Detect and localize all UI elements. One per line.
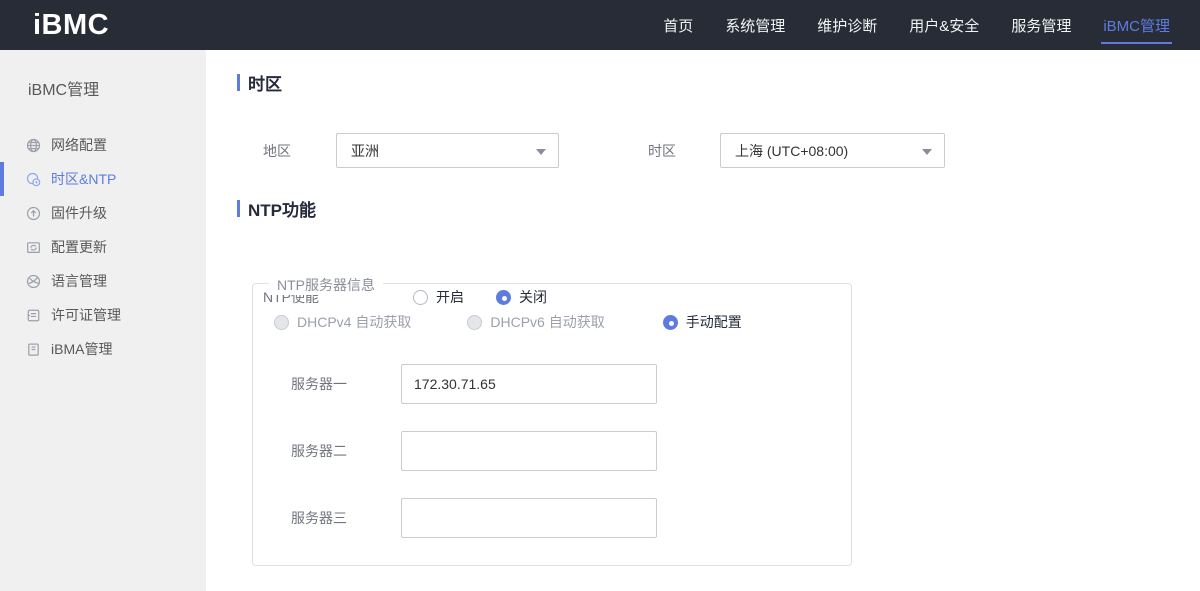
section-accent-bar xyxy=(237,74,240,91)
sidebar-item-firmware-upgrade[interactable]: 固件升级 xyxy=(0,196,206,230)
server1-label: 服务器一 xyxy=(291,376,347,392)
main-content: 时区 地区 亚洲 时区 上海 (UTC+08:00) NTP功能 NTP使能 开… xyxy=(206,50,1200,591)
sidebar-item-label: iBMA管理 xyxy=(51,341,113,357)
sidebar-item-ibma-management[interactable]: iBMA管理 xyxy=(0,332,206,366)
section-accent-bar xyxy=(237,200,240,217)
sidebar-item-config-update[interactable]: 配置更新 xyxy=(0,230,206,264)
dhcpv6-radio xyxy=(467,314,483,330)
timezone-select[interactable]: 上海 (UTC+08:00) xyxy=(720,133,945,168)
server-row: 服务器二 xyxy=(253,431,657,471)
chevron-down-icon xyxy=(536,149,546,155)
manual-config-label[interactable]: 手动配置 xyxy=(686,312,742,332)
ntp-server-group-legend: NTP服务器信息 xyxy=(269,275,383,295)
nav-item-maintenance[interactable]: 维护诊断 xyxy=(801,0,893,50)
server2-label: 服务器二 xyxy=(291,443,347,459)
ibmc-logo: iBMC xyxy=(33,8,110,41)
sidebar-item-label: 配置更新 xyxy=(51,239,107,255)
dhcpv4-radio xyxy=(274,314,289,330)
clock-icon xyxy=(25,171,41,187)
server-row: 服务器三 xyxy=(253,498,657,538)
sidebar-title: iBMC管理 xyxy=(28,82,100,99)
sidebar-item-label: 网络配置 xyxy=(51,137,107,153)
sidebar-item-label: 许可证管理 xyxy=(51,307,121,323)
nav-item-home[interactable]: 首页 xyxy=(647,0,709,50)
chevron-down-icon xyxy=(922,149,932,155)
sidebar-item-license-management[interactable]: 许可证管理 xyxy=(0,298,206,332)
manual-config-radio[interactable] xyxy=(662,314,678,330)
section-title-text: 时区 xyxy=(248,75,282,94)
top-nav: 首页 系统管理 维护诊断 用户&安全 服务管理 iBMC管理 xyxy=(647,0,1186,50)
timezone-select-value: 上海 (UTC+08:00) xyxy=(735,142,849,159)
section-title-timezone: 时区 xyxy=(237,70,282,95)
upload-circle-icon xyxy=(25,205,41,221)
timezone-label: 时区 xyxy=(648,142,676,159)
globe-icon xyxy=(25,137,41,153)
server1-input[interactable] xyxy=(401,364,657,404)
timezone-form-row: 地区 亚洲 时区 上海 (UTC+08:00) xyxy=(263,133,945,168)
ntp-server-group: NTP服务器信息 DHCPv4 自动获取 DHCPv6 自动获取 手动配置 服务… xyxy=(252,275,852,566)
dhcpv4-label: DHCPv4 自动获取 xyxy=(297,314,412,330)
server3-label: 服务器三 xyxy=(291,510,347,526)
server-row: 服务器一 xyxy=(253,364,657,404)
region-select[interactable]: 亚洲 xyxy=(336,133,559,168)
sidebar-item-timezone-ntp[interactable]: 时区&NTP xyxy=(0,162,206,196)
region-select-value: 亚洲 xyxy=(351,142,379,159)
sidebar-item-label: 固件升级 xyxy=(51,205,107,221)
language-icon xyxy=(25,273,41,289)
license-icon xyxy=(25,307,41,323)
nav-item-user-security[interactable]: 用户&安全 xyxy=(893,0,995,50)
nav-item-system[interactable]: 系统管理 xyxy=(709,0,801,50)
sidebar-menu: 网络配置 时区&NTP 固件升级 配置更新 语言管理 许可证管理 iBMA管理 xyxy=(0,128,206,366)
sidebar-item-label: 时区&NTP xyxy=(51,171,117,187)
sidebar: iBMC管理 网络配置 时区&NTP 固件升级 配置更新 语言管理 许可证管理 … xyxy=(0,50,220,591)
server2-input[interactable] xyxy=(401,431,657,471)
sidebar-item-language-management[interactable]: 语言管理 xyxy=(0,264,206,298)
config-update-icon xyxy=(25,239,41,255)
ntp-mode-row: DHCPv4 自动获取 DHCPv6 自动获取 手动配置 xyxy=(274,313,742,331)
server3-input[interactable] xyxy=(401,498,657,538)
section-title-ntp: NTP功能 xyxy=(237,196,316,221)
sidebar-item-label: 语言管理 xyxy=(51,273,107,289)
clipboard-icon xyxy=(25,341,41,357)
nav-item-services[interactable]: 服务管理 xyxy=(995,0,1087,50)
section-title-text: NTP功能 xyxy=(248,201,316,220)
region-label: 地区 xyxy=(263,142,291,159)
topbar: iBMC 首页 系统管理 维护诊断 用户&安全 服务管理 iBMC管理 xyxy=(0,0,1200,50)
dhcpv6-label: DHCPv6 自动获取 xyxy=(490,314,605,330)
sidebar-item-network-config[interactable]: 网络配置 xyxy=(0,128,206,162)
nav-item-ibmc-management[interactable]: iBMC管理 xyxy=(1087,0,1186,50)
